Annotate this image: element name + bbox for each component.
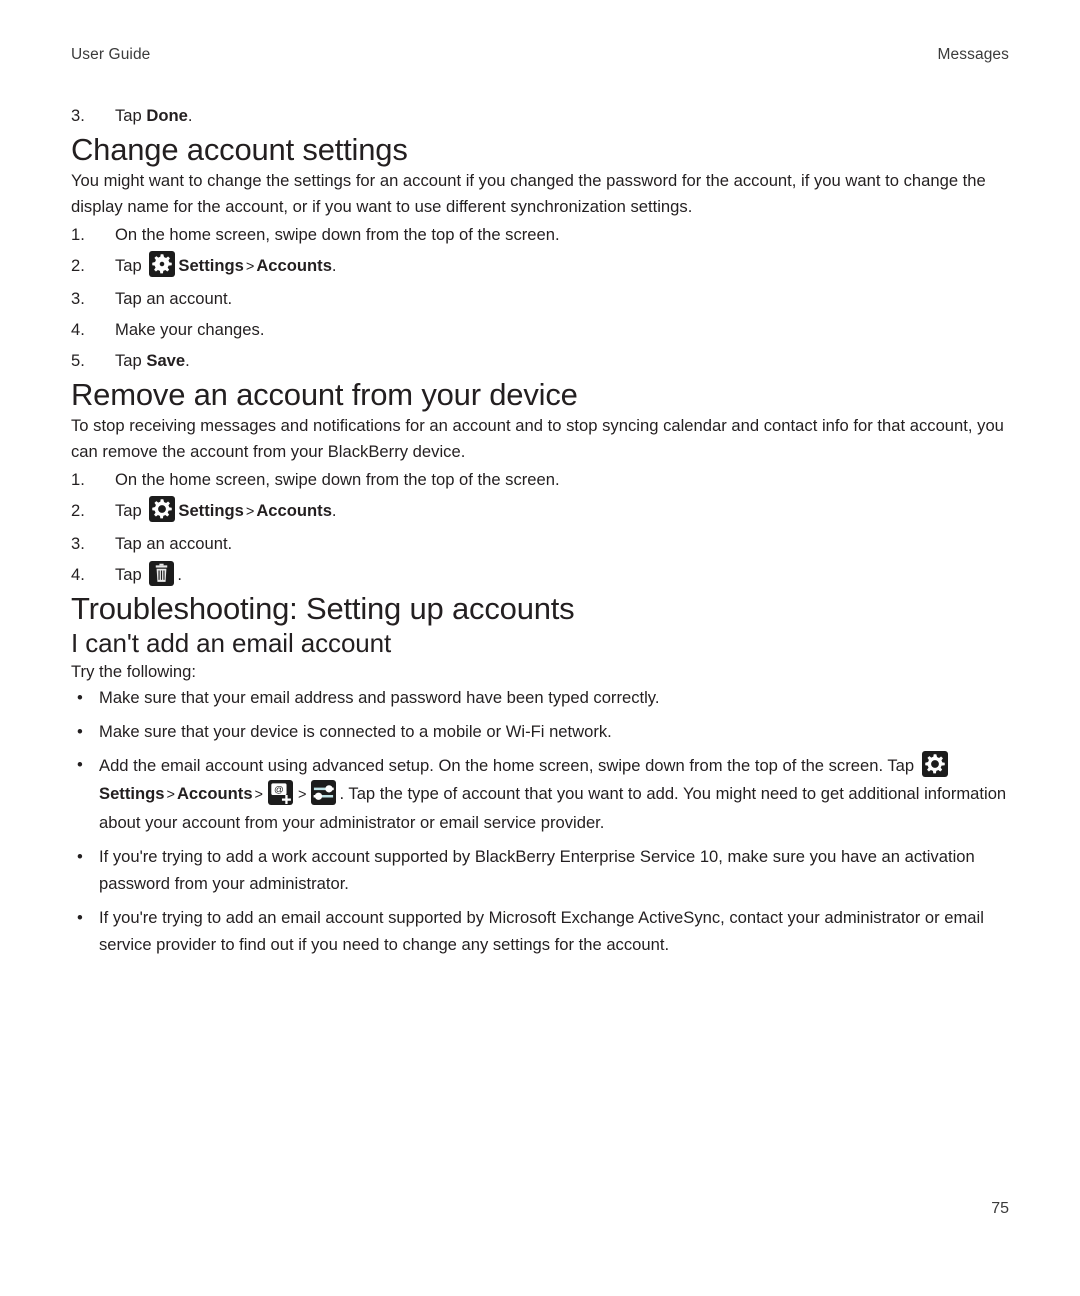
step-text: Tap an account. — [115, 534, 233, 554]
list-item: • Make sure that your email address and p… — [71, 684, 1009, 712]
page-title-troubleshooting: Troubleshooting: Setting up accounts — [71, 591, 575, 627]
list-item: • If you're trying to add an email accoun… — [71, 904, 1009, 959]
list-item: 2. Tap Settings > Accounts. — [71, 495, 1009, 528]
steps-change-account-settings: 1. On the home screen, swipe down from th… — [71, 219, 1009, 376]
list-item: 3. Tap Done. — [71, 100, 1009, 131]
step-number: 3. — [71, 106, 85, 125]
list-item: 2. Tap Settings > Accounts. — [71, 250, 1009, 283]
bullet-glyph: • — [77, 688, 83, 708]
step-text: Tap — [115, 565, 147, 585]
step-number: 4. — [71, 320, 85, 340]
bullet-text-part1: Add the email account using advanced set… — [99, 756, 919, 776]
step-text-suffix: . — [331, 501, 337, 521]
bullet-text: Make sure that your email address and pa… — [99, 688, 660, 708]
bullet-text: Make sure that your device is connected … — [99, 721, 612, 741]
step-number: 4. — [71, 565, 85, 585]
step-number: 3. — [71, 534, 85, 554]
bullet-bold-settings: Settings — [99, 783, 165, 803]
paragraph-remove-account: To stop receiving messages and notificat… — [71, 416, 1004, 461]
paragraph-try-the-following: Try the following: — [71, 661, 196, 681]
bullet-glyph: • — [77, 907, 83, 927]
page-number: 75 — [991, 1200, 1009, 1217]
running-head-left: User Guide — [71, 46, 151, 63]
step-text-before: Tap — [115, 106, 147, 125]
step-bold-settings: Settings — [178, 256, 244, 276]
troubleshooting-bullet-list: • Make sure that your email address and p… — [71, 684, 1009, 959]
step-separator: > — [245, 259, 255, 276]
step-text: Make your changes. — [115, 320, 265, 340]
step-text-suffix: . — [331, 256, 337, 276]
step-bold-save: Save — [146, 351, 186, 371]
document-page: User Guide Messages 3. Tap Done. Change a… — [0, 0, 1080, 1296]
step-separator: > — [245, 504, 255, 521]
step-number: 1. — [71, 225, 85, 245]
step-number: 2. — [71, 256, 85, 276]
intro-step-list: 3. Tap Done. — [71, 100, 1009, 131]
list-item: 4. Make your changes. — [71, 314, 1009, 345]
list-item: 4. Tap . — [71, 559, 1009, 590]
step-number: 2. — [71, 501, 85, 521]
step-text: Tap — [115, 351, 147, 371]
list-item: 3. Tap an account. — [71, 283, 1009, 314]
settings-gear-icon — [149, 496, 176, 523]
settings-gear-icon — [921, 751, 948, 778]
step-text: Tap an account. — [115, 289, 233, 309]
bullet-text: If you're trying to add a work account s… — [99, 846, 975, 894]
page-title-remove-account: Remove an account from your device — [71, 377, 578, 413]
step-number: 5. — [71, 351, 85, 371]
bullet-separator: > — [298, 786, 307, 803]
step-bold-settings: Settings — [178, 501, 244, 521]
page-content: 3. Tap Done. Change account settings You … — [71, 100, 1009, 965]
step-text: Tap — [115, 256, 147, 276]
bullet-glyph: • — [77, 846, 83, 866]
delete-trash-icon — [149, 561, 175, 587]
bullet-text: If you're trying to add an email account… — [99, 907, 984, 955]
step-number: 1. — [71, 470, 85, 490]
step-text-suffix: . — [185, 351, 190, 371]
list-item: 1. On the home screen, swipe down from th… — [71, 464, 1009, 495]
bullet-glyph: • — [77, 755, 83, 775]
list-item: 3. Tap an account. — [71, 528, 1009, 559]
running-head-right: Messages — [937, 46, 1009, 63]
page-title-change-account-settings: Change account settings — [71, 132, 408, 167]
add-email-account-icon: @ — [268, 779, 294, 805]
list-item: • If you're trying to add a work account … — [71, 843, 1009, 898]
settings-gear-icon — [149, 251, 176, 278]
step-bold-accounts: Accounts — [256, 256, 332, 276]
bullet-glyph: • — [77, 721, 83, 741]
step-text: On the home screen, swipe down from the … — [115, 225, 560, 245]
running-head: User Guide Messages — [71, 46, 1009, 64]
list-item: 1. On the home screen, swipe down from th… — [71, 219, 1009, 250]
list-item: 5. Tap Save. — [71, 345, 1009, 376]
step-number: 3. — [71, 289, 85, 309]
advanced-setup-sliders-icon — [311, 779, 337, 805]
bullet-separator: > — [254, 786, 264, 803]
paragraph-change-account-settings: You might want to change the settings fo… — [71, 171, 986, 216]
bullet-bold-accounts: Accounts — [176, 783, 253, 803]
list-item: • Make sure that your device is connected… — [71, 718, 1009, 746]
step-bold-accounts: Accounts — [256, 501, 332, 521]
steps-remove-account: 1. On the home screen, swipe down from th… — [71, 464, 1009, 590]
step-text: On the home screen, swipe down from the … — [115, 470, 560, 490]
step-text-suffix: . — [177, 565, 182, 585]
list-item: • Add the email account using advanced se… — [71, 751, 1009, 837]
step-text-after: . — [187, 106, 193, 125]
step-text: Tap — [115, 501, 147, 521]
step-bold-done: Done — [146, 106, 188, 125]
svg-text:@: @ — [274, 784, 284, 795]
subheading-cant-add-email-account: I can't add an email account — [71, 627, 392, 658]
bullet-separator: > — [166, 786, 175, 803]
